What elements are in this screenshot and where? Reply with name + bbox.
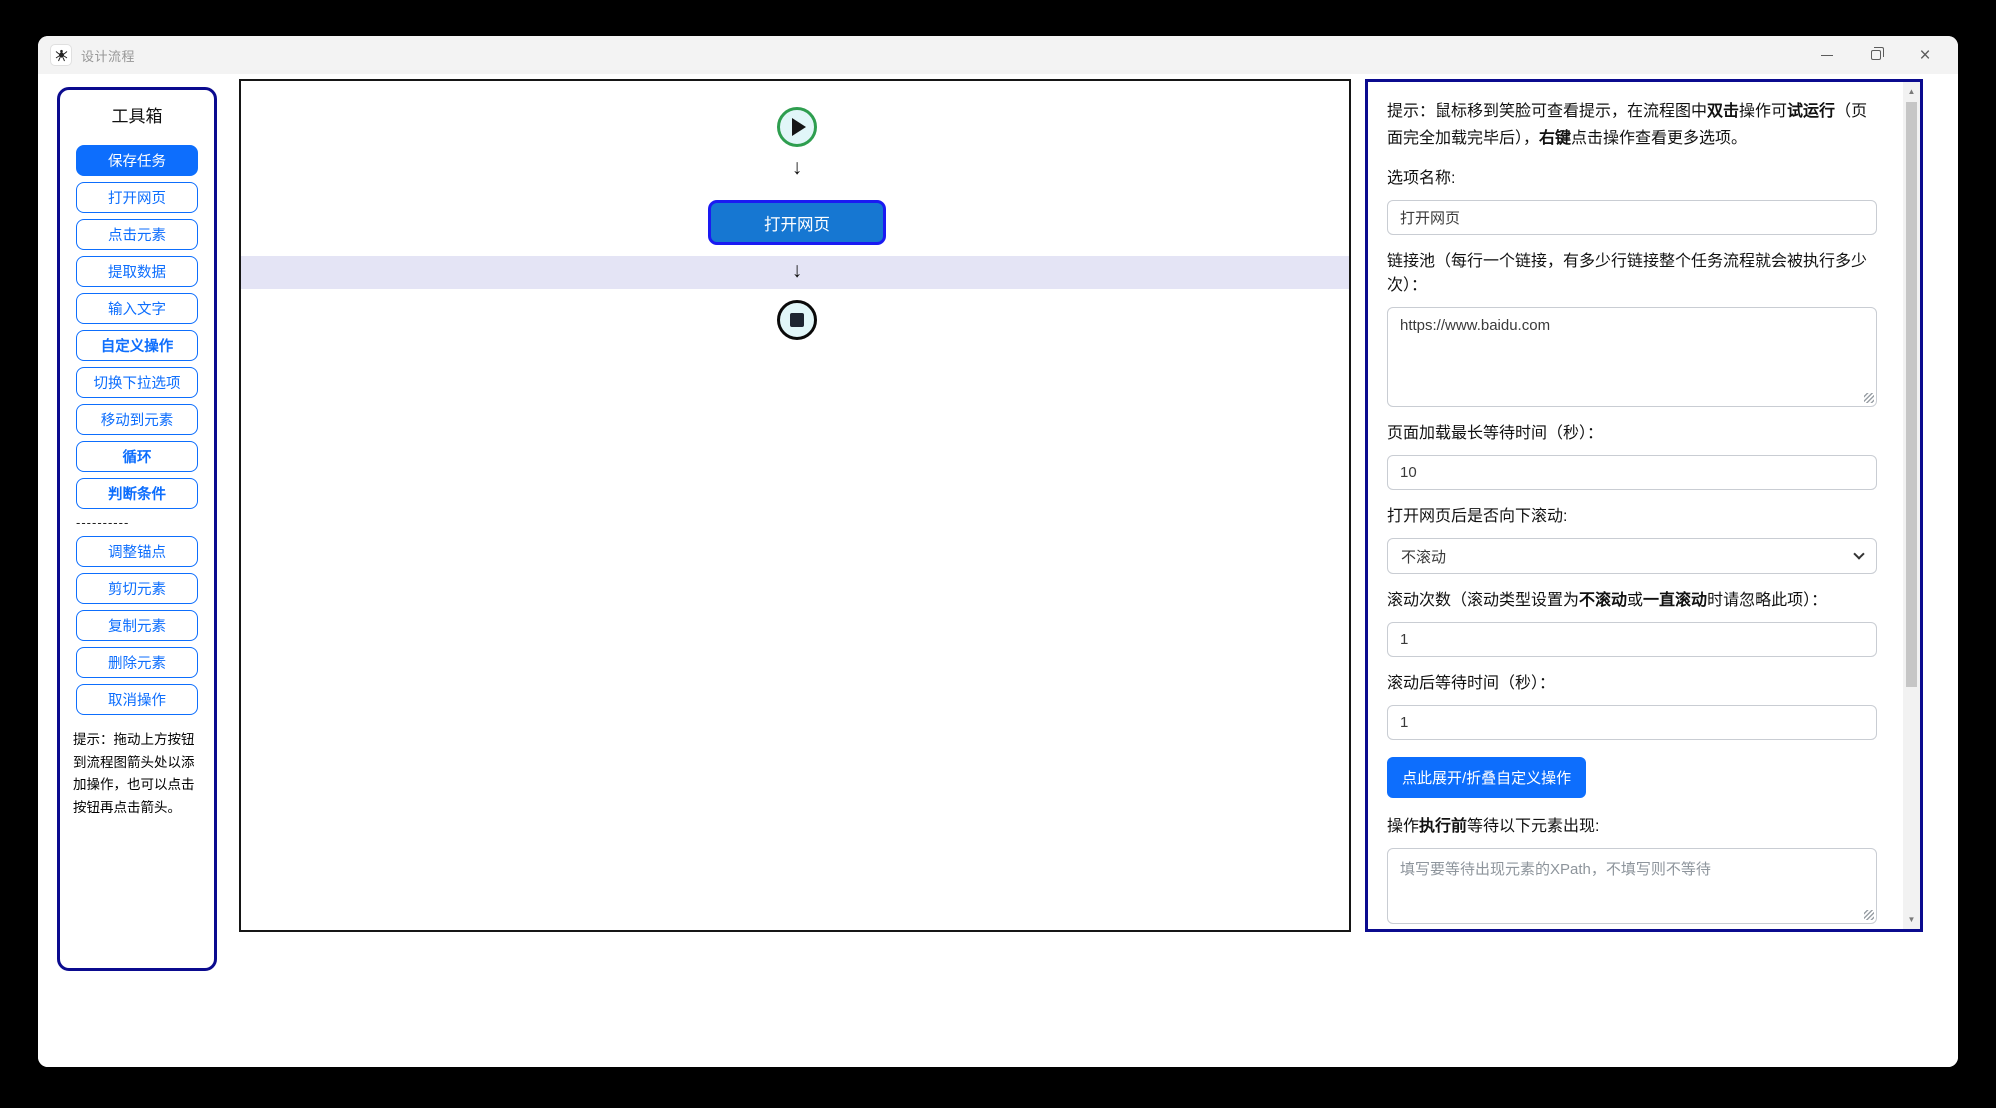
panel-scrollbar[interactable]: ▲ ▼ [1903, 82, 1920, 929]
toolbox-button-click-element[interactable]: 点击元素 [76, 219, 198, 250]
drop-highlight-band: ↓ [241, 256, 1349, 289]
toolbox-hint-text: 提示：拖动上方按钮到流程图箭头处以添加操作，也可以点击按钮再点击箭头。 [60, 721, 214, 820]
toggle-custom-action-button[interactable]: 点此展开/折叠自定义操作 [1387, 757, 1586, 798]
flowchart-canvas[interactable]: ↓ 打开网页 ↓ [239, 79, 1351, 932]
app-window: 设计流程 × 工具箱 保存任务打开网页点击元素提取数据输入文字自定义操作切换下拉… [38, 36, 1958, 1067]
toolbox-button-loop[interactable]: 循环 [76, 441, 198, 472]
window-title: 设计流程 [81, 46, 135, 65]
toolbox-button-custom-action[interactable]: 自定义操作 [76, 330, 198, 361]
toolbox-button-delete-element[interactable]: 删除元素 [76, 647, 198, 678]
end-node[interactable] [777, 300, 817, 340]
scrollbar-thumb[interactable] [1906, 102, 1917, 687]
toolbox-button-extract-data[interactable]: 提取数据 [76, 256, 198, 287]
resize-handle-icon[interactable] [1864, 910, 1874, 920]
chevron-down-icon [1853, 549, 1864, 560]
start-node[interactable] [777, 107, 817, 147]
scrollbar-up-icon[interactable]: ▲ [1903, 87, 1920, 96]
toolbox-button-adjust-anchor[interactable]: 调整锚点 [76, 536, 198, 567]
scroll-times-input[interactable] [1387, 622, 1877, 657]
resize-handle-icon[interactable] [1864, 393, 1874, 403]
wait-before-label: 操作执行前等待以下元素出现: [1387, 815, 1877, 839]
max-wait-label: 页面加载最长等待时间（秒）： [1387, 422, 1877, 446]
toolbox-button-save-task[interactable]: 保存任务 [76, 145, 198, 176]
title-bar: 设计流程 × [38, 36, 1958, 74]
toolbox-button-open-webpage[interactable]: 打开网页 [76, 182, 198, 213]
toolbox-button-cancel-action[interactable]: 取消操作 [76, 684, 198, 715]
close-icon[interactable]: × [1914, 44, 1936, 66]
flow-arrow-bottom[interactable]: ↓ [777, 259, 817, 283]
toolbox-panel: 工具箱 保存任务打开网页点击元素提取数据输入文字自定义操作切换下拉选项移动到元素… [57, 87, 217, 971]
flow-arrow-top[interactable]: ↓ [777, 156, 817, 180]
options-panel: 提示：鼠标移到笑脸可查看提示，在流程图中双击操作可试运行（页面完全加载完毕后），… [1365, 79, 1923, 932]
link-pool-textarea[interactable]: https://www.baidu.com [1387, 307, 1877, 407]
scroll-wait-label: 滚动后等待时间（秒）： [1387, 672, 1877, 696]
toolbox-button-condition[interactable]: 判断条件 [76, 478, 198, 509]
window-controls: × [1816, 44, 1946, 66]
minimize-icon[interactable] [1816, 44, 1838, 66]
wait-before-textarea[interactable] [1387, 848, 1877, 924]
option-name-label: 选项名称: [1387, 167, 1877, 191]
toolbox-button-move-to-element[interactable]: 移动到元素 [76, 404, 198, 435]
max-wait-input[interactable] [1387, 455, 1877, 490]
toolbox-button-copy-element[interactable]: 复制元素 [76, 610, 198, 641]
scroll-times-label: 滚动次数（滚动类型设置为不滚动或一直滚动时请忽略此项）： [1387, 589, 1877, 613]
scrollbar-down-icon[interactable]: ▼ [1903, 915, 1920, 924]
toolbox-button-toggle-dropdown[interactable]: 切换下拉选项 [76, 367, 198, 398]
link-pool-label: 链接池（每行一个链接，有多少行链接整个任务流程就会被执行多少次）： [1387, 250, 1877, 298]
toolbox-divider: ---------- [76, 515, 198, 530]
toolbox-button-cut-element[interactable]: 剪切元素 [76, 573, 198, 604]
app-icon [50, 44, 72, 66]
options-panel-content: 提示：鼠标移到笑脸可查看提示，在流程图中双击操作可试运行（页面完全加载完毕后），… [1368, 82, 1903, 929]
stop-icon [790, 313, 804, 327]
node-open-webpage[interactable]: 打开网页 [708, 200, 886, 245]
restore-icon[interactable] [1865, 44, 1887, 66]
scroll-type-label: 打开网页后是否向下滚动: [1387, 505, 1877, 529]
scroll-type-select[interactable]: 不滚动 [1387, 538, 1877, 574]
scroll-type-selected-value: 不滚动 [1401, 546, 1446, 567]
toolbox-title: 工具箱 [112, 102, 163, 127]
toolbox-button-input-text[interactable]: 输入文字 [76, 293, 198, 324]
play-icon [792, 118, 806, 136]
scroll-wait-input[interactable] [1387, 705, 1877, 740]
panel-hint-text: 提示：鼠标移到笑脸可查看提示，在流程图中双击操作可试运行（页面完全加载完毕后），… [1387, 98, 1877, 152]
option-name-input[interactable] [1387, 200, 1877, 235]
window-content: 工具箱 保存任务打开网页点击元素提取数据输入文字自定义操作切换下拉选项移动到元素… [38, 74, 1958, 1067]
toolbox-button-list: 保存任务打开网页点击元素提取数据输入文字自定义操作切换下拉选项移动到元素循环判断… [76, 139, 198, 721]
